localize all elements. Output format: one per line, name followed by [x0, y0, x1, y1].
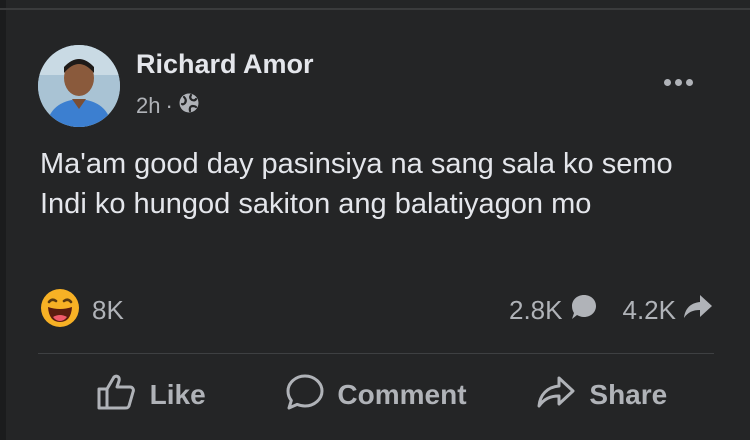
share-button[interactable]: Share	[489, 362, 714, 428]
comment-icon	[285, 373, 337, 418]
share-count: 4.2K	[622, 295, 677, 325]
author-name[interactable]: Richard Amor	[136, 49, 314, 80]
reaction-count: 8K	[92, 295, 124, 325]
timestamp[interactable]: 2h	[136, 93, 160, 119]
comment-count-link[interactable]: 2.8K	[509, 292, 599, 329]
post-text: Ma'am good day pasinsiya na sang sala ko…	[40, 144, 730, 224]
meta-separator: ·	[165, 93, 173, 118]
thumbs-up-icon	[96, 373, 150, 418]
comment-bubble-icon	[563, 292, 599, 329]
like-label: Like	[149, 379, 206, 410]
share-arrow-icon	[676, 292, 714, 329]
actions-divider	[38, 353, 714, 354]
comment-button[interactable]: Comment	[263, 362, 488, 428]
post-text-line: Ma'am good day pasinsiya na sang sala ko…	[40, 148, 673, 180]
laughing-emoji-icon	[40, 288, 80, 333]
top-divider	[0, 8, 750, 10]
author-avatar[interactable]	[38, 45, 120, 127]
more-options-icon[interactable]	[652, 64, 704, 100]
window-edge	[0, 0, 6, 440]
share-icon	[535, 373, 589, 418]
engagement-stats: 2.8K 4.2K	[509, 292, 714, 329]
globe-icon[interactable]	[178, 92, 200, 120]
comment-label: Comment	[337, 379, 467, 410]
like-button[interactable]: Like	[38, 362, 263, 428]
post-text-line: Indi ko hungod sakiton ang balatiyagon m…	[40, 188, 592, 220]
reactions-summary[interactable]: 8K	[40, 288, 124, 333]
comment-count: 2.8K	[509, 295, 563, 325]
post-card: Richard Amor 2h · Ma'am good day pasinsi…	[0, 0, 750, 440]
share-count-link[interactable]: 4.2K	[623, 292, 715, 329]
share-label: Share	[589, 379, 668, 410]
post-meta: 2h ·	[136, 92, 200, 120]
post-actions: Like Comment Share	[38, 362, 714, 428]
